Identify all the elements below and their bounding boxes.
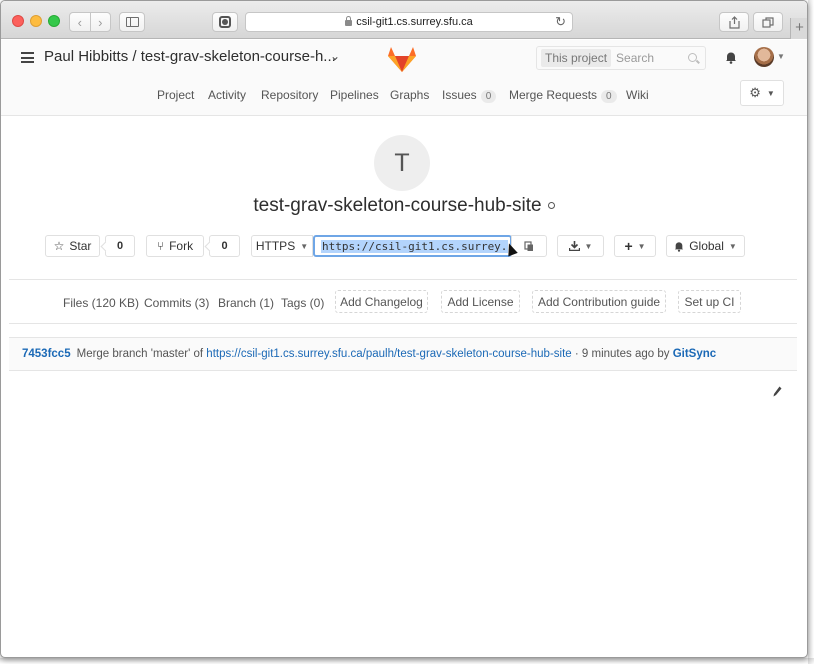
window-shadow — [0, 658, 814, 664]
clone-url-text: https://csil-git1.cs.surrey. — [321, 240, 509, 253]
search-placeholder: Search — [616, 51, 655, 65]
user-avatar[interactable] — [754, 47, 774, 67]
tabs-icon — [762, 16, 774, 28]
fork-icon: ⑂ — [156, 239, 165, 253]
fork-button[interactable]: ⑂ Fork — [146, 235, 204, 257]
project-settings-button[interactable]: ⚙ ▼ — [740, 80, 784, 106]
caret-down-icon: ▼ — [300, 241, 309, 251]
caret-down-icon: ▼ — [728, 241, 737, 251]
nav-merge-requests[interactable]: Merge Requests 0 — [509, 88, 617, 103]
commit-sha-link[interactable]: 7453fcc5 — [22, 348, 71, 360]
search-icon — [688, 53, 697, 62]
bell-icon[interactable] — [725, 51, 737, 64]
nav-merge-requests-label: Merge Requests — [509, 88, 598, 102]
show-tabs-button[interactable] — [753, 12, 783, 32]
back-chevron-icon[interactable]: ‹ — [70, 15, 90, 30]
share-button[interactable] — [719, 12, 749, 32]
caret-down-icon: ▼ — [637, 241, 646, 251]
divider — [9, 323, 797, 324]
zoom-window-button[interactable] — [48, 15, 60, 27]
forward-chevron-icon[interactable]: › — [90, 15, 110, 30]
clone-protocol-dropdown[interactable]: HTTPS ▼ — [251, 235, 313, 257]
nav-pipelines[interactable]: Pipelines — [330, 88, 379, 102]
star-button[interactable]: ☆ Star — [45, 235, 100, 257]
new-item-button[interactable]: + ▼ — [614, 235, 656, 257]
caret-down-icon: ▼ — [766, 88, 775, 98]
last-commit-bar: 7453fcc5 Merge branch 'master' of https:… — [9, 337, 797, 371]
pencil-icon[interactable] — [773, 386, 782, 397]
download-button[interactable]: ▼ — [557, 235, 604, 257]
sidebar-icon — [125, 17, 139, 27]
chevron-down-icon[interactable]: ⌄ — [330, 49, 340, 63]
search-input[interactable]: This project Search — [536, 46, 706, 70]
commit-author-link[interactable]: GitSync — [673, 348, 716, 360]
plus-icon: + — [624, 238, 633, 254]
nav-activity[interactable]: Activity — [208, 88, 246, 102]
nav-issues[interactable]: Issues 0 — [442, 88, 497, 103]
merge-requests-count-badge: 0 — [601, 90, 617, 103]
window-shadow — [808, 0, 814, 664]
back-forward-buttons: ‹ › — [69, 12, 111, 32]
commit-source-link[interactable]: https://csil-git1.cs.surrey.sfu.ca/paulh… — [206, 348, 571, 360]
commit-message: Merge branch 'master' of — [76, 348, 204, 360]
minimize-window-button[interactable] — [30, 15, 42, 27]
add-contribution-guide-button[interactable]: Add Contribution guide — [532, 290, 666, 313]
tags-link[interactable]: Tags (0) — [281, 296, 324, 310]
gitlab-logo-icon[interactable] — [387, 45, 417, 73]
branch-link[interactable]: Branch (1) — [218, 296, 274, 310]
commits-link[interactable]: Commits (3) — [144, 296, 209, 310]
gitlab-header: Paul Hibbitts / test-grav-skeleton-cours… — [1, 40, 807, 76]
clone-url-input[interactable]: https://csil-git1.cs.surrey. — [313, 235, 512, 257]
caret-down-icon[interactable]: ▼ — [777, 52, 785, 61]
project-nav: Project Activity Repository Pipelines Gr… — [1, 76, 807, 116]
caret-down-icon: ▼ — [584, 241, 593, 251]
reload-icon[interactable]: ↻ — [555, 14, 566, 30]
extension-icon — [219, 16, 231, 28]
gear-icon: ⚙ — [749, 85, 761, 100]
files-link[interactable]: Files (120 KB) — [63, 296, 139, 310]
star-label: Star — [69, 239, 92, 253]
share-icon — [728, 15, 740, 29]
notification-level-dropdown[interactable]: Global ▼ — [666, 235, 745, 257]
nav-project[interactable]: Project — [157, 88, 194, 102]
nav-repository[interactable]: Repository — [261, 88, 318, 102]
project-breadcrumb[interactable]: Paul Hibbitts / test-grav-skeleton-cours… — [44, 48, 336, 65]
star-count[interactable]: 0 — [105, 235, 135, 257]
add-license-button[interactable]: Add License — [441, 290, 520, 313]
bell-icon — [675, 241, 684, 252]
new-tab-button[interactable]: + — [790, 18, 807, 39]
fork-count[interactable]: 0 — [209, 235, 240, 257]
clipboard-icon — [524, 240, 533, 251]
sidebar-toggle-button[interactable] — [119, 12, 145, 32]
add-changelog-button[interactable]: Add Changelog — [335, 290, 428, 313]
hamburger-menu-icon[interactable] — [21, 52, 34, 63]
nav-graphs[interactable]: Graphs — [390, 88, 429, 102]
close-window-button[interactable] — [12, 15, 24, 27]
browser-toolbar: ‹ › csil-git1.cs.surrey.sfu.ca ↻ + — [1, 1, 807, 39]
nav-issues-label: Issues — [442, 88, 477, 102]
download-icon — [568, 241, 580, 251]
public-globe-icon — [547, 202, 555, 210]
copy-url-button[interactable] — [511, 235, 547, 257]
issues-count-badge: 0 — [480, 90, 497, 103]
star-icon: ☆ — [53, 239, 65, 253]
project-title-row: test-grav-skeleton-course-hub-site — [1, 195, 807, 217]
fork-label: Fork — [169, 239, 194, 253]
protocol-label: HTTPS — [255, 239, 296, 253]
project-avatar: T — [374, 135, 430, 191]
address-text: csil-git1.cs.surrey.sfu.ca — [356, 16, 473, 28]
lock-icon — [345, 16, 353, 26]
project-title: test-grav-skeleton-course-hub-site — [253, 195, 542, 216]
notification-level-label: Global — [689, 239, 724, 253]
divider — [9, 279, 797, 280]
address-bar[interactable]: csil-git1.cs.surrey.sfu.ca ↻ — [245, 12, 573, 32]
browser-window: ‹ › csil-git1.cs.surrey.sfu.ca ↻ + Paul … — [0, 0, 808, 658]
setup-ci-button[interactable]: Set up CI — [678, 290, 741, 313]
commit-time: · 9 minutes ago by — [574, 348, 670, 360]
nav-wiki[interactable]: Wiki — [626, 88, 649, 102]
reader-button[interactable] — [212, 12, 238, 32]
search-scope-badge: This project — [541, 49, 612, 67]
